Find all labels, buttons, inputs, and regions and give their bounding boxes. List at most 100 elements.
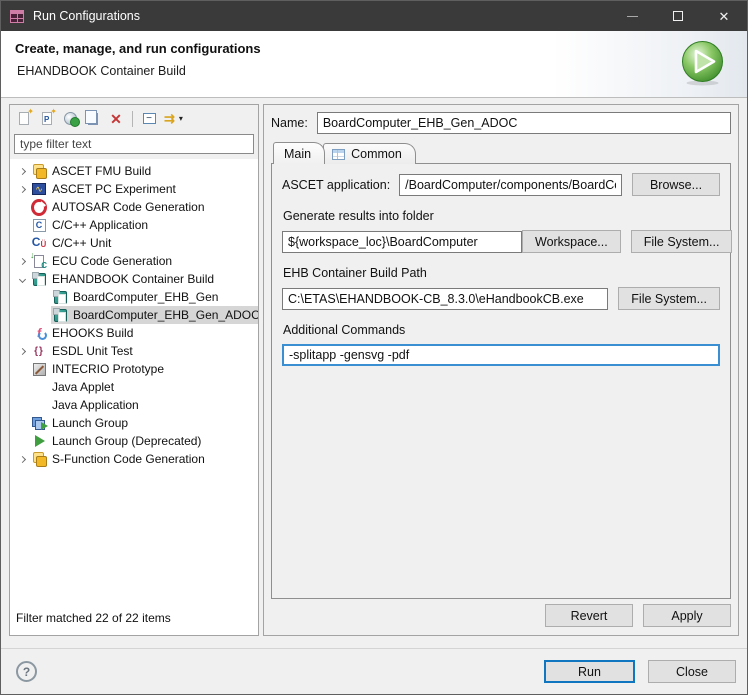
tab-common[interactable]: Common	[323, 143, 416, 164]
tree-item-ecu-code-generation[interactable]: ↓ C ECU Code Generation	[10, 250, 258, 270]
ascet-fmu-build-icon	[31, 163, 47, 179]
launch-toolbar: ✦ P ✦ ✕ − ⇉ ▾	[10, 105, 258, 132]
expand-chevron-icon[interactable]	[15, 185, 30, 193]
tree-item-java-application[interactable]: Java Application	[10, 396, 258, 414]
minimize-button[interactable]	[609, 1, 655, 31]
maximize-icon	[673, 11, 683, 21]
tree-item-launch-group-deprecated[interactable]: Launch Group (Deprecated)	[10, 432, 258, 450]
delete-icon: ✕	[110, 110, 122, 127]
main-tab-content: ASCET application: Browse... Generate re…	[271, 163, 733, 599]
dialog-title: Create, manage, and run configurations	[15, 41, 261, 56]
apply-button[interactable]: Apply	[643, 604, 731, 627]
tree-item-launch-group[interactable]: Launch Group	[10, 414, 258, 432]
expand-chevron-icon[interactable]	[15, 347, 30, 355]
duplicate-configuration-button[interactable]	[82, 108, 104, 130]
dropdown-arrow-icon: ▾	[178, 114, 183, 123]
delete-configuration-button[interactable]: ✕	[105, 108, 127, 130]
table-icon	[332, 148, 346, 160]
ehandbook-icon	[31, 271, 47, 287]
ecu-code-generation-icon: ↓ C	[30, 250, 47, 270]
tree-item-ehandbook-container-build[interactable]: EHANDBOOK Container Build	[10, 270, 258, 288]
expand-chevron-icon[interactable]	[15, 257, 30, 265]
apply-row: Revert Apply	[271, 604, 731, 627]
tree-item-ehooks-build[interactable]: f EHOOKS Build	[10, 324, 258, 342]
help-icon: ?	[22, 664, 31, 679]
tree-item-s-function-code-generation[interactable]: S-Function Code Generation	[10, 450, 258, 468]
configurations-panel: ✦ P ✦ ✕ − ⇉ ▾ type filter text ASCET FMU…	[9, 104, 259, 636]
filter-menu-button[interactable]: ⇉ ▾	[161, 108, 186, 130]
close-icon: ✕	[718, 8, 730, 24]
tree-item-label: EHOOKS Build	[52, 326, 134, 340]
toolbar-separator	[132, 110, 133, 127]
results-folder-input[interactable]	[282, 230, 522, 253]
tab-main[interactable]: Main	[273, 142, 326, 164]
collapse-all-button[interactable]: −	[138, 108, 162, 130]
tree-item-esdl-unit-test[interactable]: {} ESDL Unit Test	[10, 342, 258, 360]
ehandbook-icon	[52, 289, 68, 305]
filter-input[interactable]	[14, 134, 254, 154]
export-configuration-button[interactable]	[59, 108, 81, 130]
ascet-application-input[interactable]	[399, 173, 622, 196]
tree-item-autosar-code-generation[interactable]: AUTOSAR Code Generation	[10, 198, 258, 216]
tab-label: Main	[284, 146, 312, 161]
blank-icon	[31, 397, 47, 413]
ehb-file-system-button[interactable]: File System...	[618, 287, 720, 310]
file-system-button[interactable]: File System...	[630, 230, 733, 253]
tree-item-boardcomputer-ehb-gen-adoc[interactable]: BoardComputer_EHB_Gen_ADOC	[10, 306, 258, 324]
tab-label: Common	[351, 147, 402, 161]
tree-item-ascet-fmu-build[interactable]: ASCET FMU Build	[10, 162, 258, 180]
tree-item-c-unit[interactable]: CÜ C/C++ Unit	[10, 234, 258, 252]
ehb-build-path-row: File System...	[282, 287, 720, 310]
collapse-chevron-icon[interactable]	[15, 275, 30, 283]
duplicate-icon	[85, 109, 98, 125]
tree-item-ascet-pc-experiment[interactable]: ∿ ASCET PC Experiment	[10, 180, 258, 198]
filter-status: Filter matched 22 of 22 items	[10, 611, 258, 635]
tree-item-label: Launch Group (Deprecated)	[52, 434, 202, 448]
expand-chevron-icon[interactable]	[15, 455, 30, 463]
dialog-subtitle: EHANDBOOK Container Build	[17, 64, 186, 78]
export-globe-icon	[63, 112, 80, 127]
run-button[interactable]: Run	[544, 660, 635, 683]
close-window-button[interactable]: ✕	[701, 1, 747, 31]
tree-item-c-application[interactable]: C C/C++ Application	[10, 216, 258, 234]
name-label: Name:	[271, 116, 308, 130]
results-folder-row: Workspace... File System...	[282, 230, 733, 253]
tree-item-label: C/C++ Application	[52, 218, 149, 232]
new-prototype-button[interactable]: P ✦	[36, 107, 58, 130]
collapse-all-icon: −	[142, 110, 162, 124]
tree-item-java-applet[interactable]: Java Applet	[10, 378, 258, 396]
run-configurations-dialog: Run Configurations ✕ Create, manage, and…	[0, 0, 748, 695]
ascet-application-label: ASCET application:	[282, 177, 391, 192]
c-application-icon: C	[31, 217, 47, 233]
filter-icon: ⇉	[164, 111, 175, 126]
autosar-icon	[31, 199, 47, 215]
maximize-button[interactable]	[655, 1, 701, 31]
dialog-footer: ? Run Close	[1, 648, 747, 694]
window-title: Run Configurations	[33, 9, 141, 23]
name-input[interactable]	[316, 112, 731, 134]
tree-item-label: ESDL Unit Test	[52, 344, 133, 358]
workspace-button[interactable]: Workspace...	[522, 230, 621, 253]
tree-item-label: Java Application	[52, 398, 139, 412]
ascet-pc-experiment-icon: ∿	[31, 181, 47, 197]
help-button[interactable]: ?	[16, 661, 37, 682]
intecrio-icon	[31, 361, 47, 377]
ehooks-build-icon: f	[31, 325, 47, 341]
new-configuration-button[interactable]: ✦	[13, 107, 35, 130]
tab-bar: Main Common	[271, 142, 731, 164]
tree-item-label: ASCET FMU Build	[52, 164, 152, 178]
additional-commands-input[interactable]	[282, 344, 720, 366]
revert-button[interactable]: Revert	[545, 604, 633, 627]
tree-item-intecrio-prototype[interactable]: INTECRIO Prototype	[10, 360, 258, 378]
expand-chevron-icon[interactable]	[15, 167, 30, 175]
titlebar: Run Configurations ✕	[1, 1, 747, 31]
ehb-build-path-input[interactable]	[282, 287, 609, 310]
tree-item-label: EHANDBOOK Container Build	[52, 272, 215, 286]
footer-buttons: Run Close	[544, 660, 736, 683]
browse-button[interactable]: Browse...	[632, 173, 720, 196]
tree-item-boardcomputer-ehb-gen[interactable]: BoardComputer_EHB_Gen	[10, 288, 258, 306]
new-prototype-icon: P ✦	[42, 107, 57, 125]
tree-item-label: Java Applet	[52, 380, 115, 394]
new-configuration-icon: ✦	[19, 107, 34, 125]
close-dialog-button[interactable]: Close	[648, 660, 736, 683]
